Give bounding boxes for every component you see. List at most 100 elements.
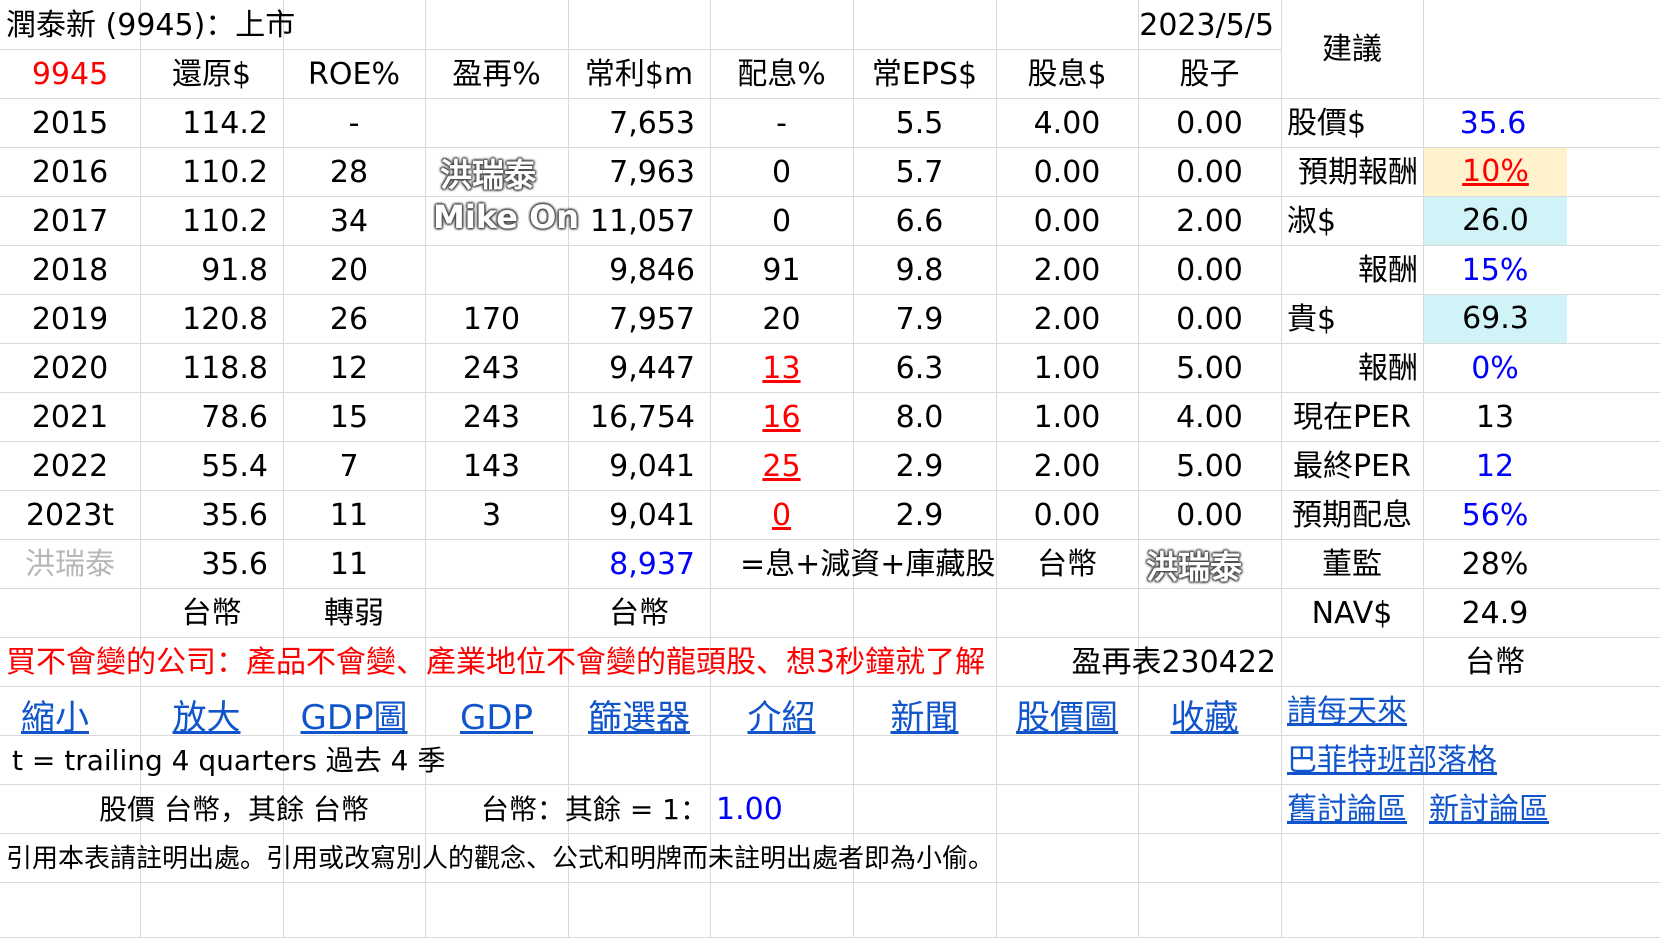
summary-profit: 8,937 — [609, 547, 695, 582]
dividend-cell: 4.00 — [1033, 106, 1101, 141]
roe-cell: 34 — [329, 204, 369, 239]
dividend-cell: 2.00 — [1033, 449, 1101, 484]
roe-cell: - — [348, 106, 360, 141]
eps-cell: 2.9 — [895, 498, 944, 533]
year-cell: 2018 — [31, 253, 109, 288]
favorites-link[interactable]: 收藏 — [1138, 686, 1271, 744]
restored-cell: 110.2 — [182, 204, 268, 239]
screener-link[interactable]: 篩選器 — [568, 686, 710, 744]
eps-cell: 6.6 — [895, 204, 944, 239]
roe-cell: 12 — [329, 351, 369, 386]
col-header-reinvest: 盈再% — [452, 57, 541, 92]
payout-cell: 0 — [771, 498, 792, 533]
side-label-expected-payout: 預期配息 — [1292, 498, 1412, 533]
stock-code: 9945 — [31, 57, 109, 92]
gdp-link[interactable]: GDP — [425, 686, 568, 744]
reinvest-cell: 243 — [462, 400, 521, 435]
dividend-formula: =息+減資+庫藏股 — [740, 547, 996, 582]
roe-cell: 26 — [329, 302, 369, 337]
side-value-price: 35.6 — [1459, 106, 1527, 141]
summary-roe: 11 — [329, 547, 369, 582]
profit-cell: 9,041 — [609, 498, 695, 533]
restored-cell: 118.8 — [182, 351, 268, 386]
profit-cell: 7,653 — [609, 106, 695, 141]
currency-note: 股價 台幣，其餘 台幣 — [99, 793, 369, 826]
trailing-note: t = trailing 4 quarters 過去 4 季 — [12, 744, 446, 777]
profit-cell: 11,057 — [590, 204, 695, 239]
side-label-expensive-return: 報酬 — [1358, 351, 1418, 386]
year-cell: 2023t — [25, 498, 115, 533]
slogan-text: 買不會變的公司：產品不會變、產業地位不會變的龍頭股、想3秒鐘就了解 — [6, 645, 986, 680]
roe-cell: 7 — [339, 449, 359, 484]
report-date: 2023/5/5 — [1139, 8, 1274, 43]
old-forum-link[interactable]: 舊討論區 — [1287, 784, 1423, 836]
price-chart-link[interactable]: 股價圖 — [996, 686, 1138, 744]
side-value-directors: 28% — [1461, 547, 1529, 582]
unit-restored: 台幣 — [181, 596, 242, 631]
advice-label: 建議 — [1322, 32, 1382, 67]
stock-dividend-cell: 0.00 — [1176, 498, 1243, 533]
stock-dividend-cell: 0.00 — [1176, 302, 1243, 337]
dividend-cell: 0.00 — [1033, 204, 1101, 239]
table-code: 盈再表230422 — [1071, 645, 1276, 680]
side-value-expensive-return: 0% — [1471, 351, 1519, 386]
reinvest-cell — [425, 98, 568, 150]
year-cell: 2022 — [31, 449, 109, 484]
citation-notice: 引用本表請註明出處。引用或改寫別人的觀念、公式和明牌而未註明出處者即為小偷。 — [6, 844, 995, 874]
reinvest-cell: 243 — [462, 351, 521, 386]
year-cell: 2021 — [31, 400, 109, 435]
side-label-directors: 董監 — [1322, 547, 1382, 582]
col-header-stock-dividend: 股子 — [1179, 57, 1240, 92]
restored-cell: 78.6 — [201, 400, 268, 435]
payout-cell: 25 — [762, 449, 801, 484]
summary-currency: 台幣 — [1037, 547, 1097, 582]
buffett-blog-link[interactable]: 巴菲特班部落格 — [1287, 735, 1567, 787]
eps-cell: 7.9 — [895, 302, 944, 337]
col-header-eps: 常EPS$ — [871, 57, 978, 92]
side-value-cheap-return: 15% — [1461, 253, 1529, 288]
eps-cell: 5.7 — [895, 155, 944, 190]
year-cell: 2016 — [31, 155, 109, 190]
profit-cell: 9,846 — [609, 253, 695, 288]
watermark-brand: Mike On — [433, 198, 580, 236]
col-header-restored: 還原$ — [171, 57, 252, 92]
restored-cell: 35.6 — [201, 498, 268, 533]
roe-cell: 11 — [329, 498, 369, 533]
news-link[interactable]: 新聞 — [853, 686, 996, 744]
summary-restored: 35.6 — [201, 547, 268, 582]
restored-cell: 55.4 — [201, 449, 268, 484]
side-value-final-per: 12 — [1475, 449, 1515, 484]
dividend-cell: 1.00 — [1033, 351, 1101, 386]
profit-cell: 7,963 — [609, 155, 695, 190]
author-name: 洪瑞泰 — [25, 547, 115, 582]
dividend-cell: 0.00 — [1033, 155, 1101, 190]
stock-dividend-cell: 0.00 — [1176, 253, 1243, 288]
col-header-profit: 常利$m — [584, 57, 694, 92]
col-header-roe: ROE% — [308, 57, 400, 92]
profit-cell: 9,447 — [609, 351, 695, 386]
side-value-nav: 24.9 — [1461, 596, 1529, 631]
daily-visit-link[interactable]: 請每天來 — [1287, 686, 1423, 738]
col-header-dividend: 股息$ — [1027, 57, 1107, 92]
reinvest-cell: 3 — [481, 498, 502, 533]
side-label-cheap-return: 報酬 — [1358, 253, 1418, 288]
year-cell: 2017 — [31, 204, 109, 239]
dividend-cell: 0.00 — [1033, 498, 1101, 533]
unit-profit: 台幣 — [609, 596, 669, 631]
eps-cell: 8.0 — [895, 400, 944, 435]
dividend-cell: 2.00 — [1033, 253, 1101, 288]
reinvest-cell — [425, 245, 568, 297]
payout-cell: - — [776, 106, 787, 141]
year-cell: 2015 — [31, 106, 109, 141]
col-header-payout: 配息% — [737, 57, 826, 92]
restored-cell: 91.8 — [201, 253, 268, 288]
payout-cell: 16 — [762, 400, 801, 435]
roe-cell: 20 — [329, 253, 369, 288]
restored-cell: 110.2 — [182, 155, 268, 190]
side-value-expensive-price: 69.3 — [1424, 295, 1567, 343]
exchange-rate-value: 1.00 — [716, 792, 783, 827]
new-forum-link[interactable]: 新討論區 — [1429, 784, 1565, 836]
side-label-nav: NAV$ — [1311, 596, 1393, 631]
reinvest-cell: 143 — [462, 449, 521, 484]
intro-link[interactable]: 介紹 — [710, 686, 853, 744]
